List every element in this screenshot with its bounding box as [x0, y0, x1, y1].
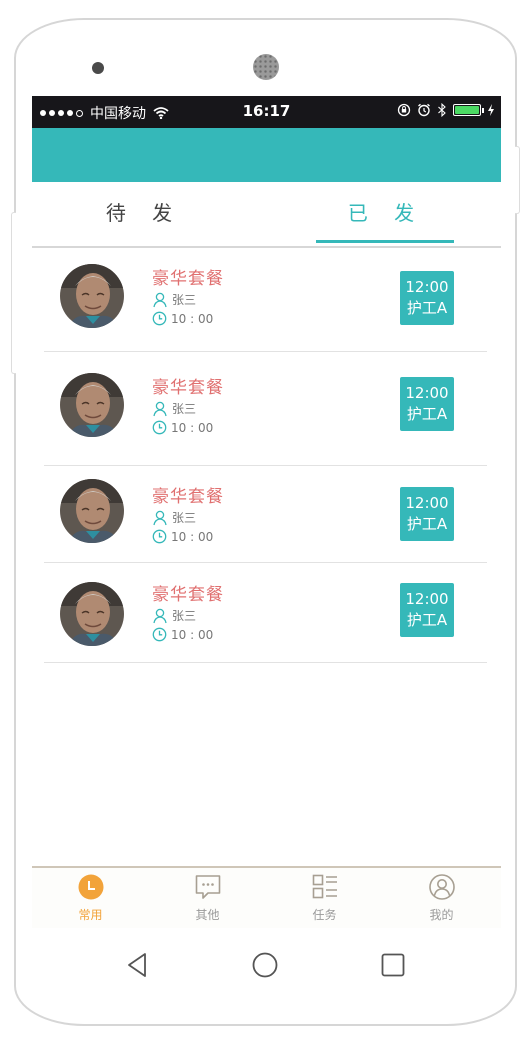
package-title: 豪华套餐	[152, 378, 224, 398]
wifi-icon	[153, 107, 169, 119]
avatar	[60, 582, 124, 646]
status-badge[interactable]: 12:00 护工A	[400, 487, 454, 541]
front-camera	[92, 62, 104, 74]
package-title: 豪华套餐	[152, 269, 224, 289]
package-title: 豪华套餐	[152, 585, 224, 605]
signal-dot-icon	[40, 110, 46, 116]
status-badge[interactable]: 12:00 护工A	[400, 377, 454, 431]
system-nav-bar	[14, 940, 517, 990]
badge-worker: 护工A	[406, 299, 448, 317]
status-indicators	[397, 103, 495, 117]
tab-label: 我的	[429, 908, 454, 922]
list-item[interactable]: 豪华套餐 张三 10 : 00 12:00 护工A	[44, 352, 487, 466]
person-name: 张三	[172, 293, 197, 307]
app-header-bar	[32, 128, 501, 182]
app-screen: 中国移动 16:17 待 发 已 发 豪华套餐 张三 10: 00 12:00…	[32, 96, 501, 928]
badge-worker: 护工A	[406, 515, 448, 533]
list-item[interactable]: 豪华套餐 张三 10 : 00 12:00 护工A	[44, 563, 487, 663]
tab-bar-top: 待 发 已 发	[32, 182, 501, 248]
person-icon	[153, 292, 167, 307]
charging-bolt-icon	[488, 104, 494, 116]
active-tab-indicator	[316, 240, 454, 243]
tab-mine[interactable]: 我的	[383, 868, 500, 928]
rotation-lock-icon	[397, 103, 411, 117]
list-item[interactable]: 豪华套餐 张三 10 : 00 12:00 护工A	[44, 466, 487, 563]
signal-dot-icon	[67, 110, 73, 116]
tab-pending[interactable]: 待 发	[64, 182, 224, 244]
package-title: 豪华套餐	[152, 487, 224, 507]
avatar	[60, 479, 124, 543]
badge-time: 12:00	[405, 384, 449, 402]
person-icon	[153, 608, 167, 623]
user-icon	[429, 874, 455, 900]
clock-icon	[152, 311, 167, 326]
person-name: 张三	[172, 511, 197, 525]
caregiver-line: 张三	[152, 291, 196, 308]
service-time: 10 : 00	[171, 529, 214, 544]
signal-dot-icon	[58, 110, 64, 116]
status-badge[interactable]: 12:00 护工A	[400, 271, 454, 325]
home-icon[interactable]	[252, 952, 278, 978]
power-button	[515, 146, 520, 214]
time-line: 10 : 00	[152, 311, 213, 326]
chat-icon	[195, 875, 221, 899]
carrier-name: 中国移动	[90, 106, 146, 122]
time-line: 10 : 00	[152, 420, 213, 435]
badge-worker: 护工A	[406, 405, 448, 423]
clock-icon	[152, 627, 167, 642]
person-name: 张三	[172, 402, 197, 416]
tab-tasks[interactable]: 任务	[266, 868, 383, 928]
volume-button	[11, 212, 16, 374]
badge-time: 12:00	[405, 278, 449, 296]
list-item[interactable]: 豪华套餐 张三 10 : 00 12:00 护工A	[44, 248, 487, 352]
avatar	[60, 373, 124, 437]
signal-carrier: 中国移动	[40, 103, 169, 123]
person-icon	[153, 510, 167, 525]
badge-time: 12:00	[405, 590, 449, 608]
alarm-icon	[418, 103, 430, 117]
badge-time: 12:00	[405, 494, 449, 512]
tab-sent[interactable]: 已 发	[316, 182, 456, 244]
tab-label: 常用	[78, 908, 103, 922]
time-line: 10 : 00	[152, 627, 213, 642]
earpiece-speaker	[253, 54, 279, 80]
tab-label: 其他	[195, 908, 220, 922]
battery-icon	[453, 104, 484, 116]
tab-label: 任务	[312, 908, 337, 922]
task-list-icon	[312, 874, 337, 899]
caregiver-line: 张三	[152, 607, 196, 624]
caregiver-line: 张三	[152, 509, 196, 526]
tab-common[interactable]: 常用	[32, 868, 149, 928]
status-bar: 中国移动 16:17	[32, 96, 501, 128]
service-time: 10 : 00	[171, 311, 214, 326]
badge-worker: 护工A	[406, 611, 448, 629]
caregiver-line: 张三	[152, 400, 196, 417]
status-badge[interactable]: 12:00 护工A	[400, 583, 454, 637]
clock-icon	[152, 420, 167, 435]
order-list: 豪华套餐 张三 10 : 00 12:00 护工A 豪华套餐 张三 10: 0…	[44, 248, 487, 663]
service-time: 10 : 00	[171, 627, 214, 642]
signal-dot-empty-icon	[76, 109, 83, 117]
bluetooth-icon	[438, 103, 446, 117]
avatar	[60, 264, 124, 328]
service-time: 10 : 00	[171, 420, 214, 435]
clock-icon	[78, 874, 104, 900]
tab-other[interactable]: 其他	[149, 868, 266, 928]
bottom-tab-bar: 常用 其他 任务 我的	[32, 866, 501, 928]
time-line: 10 : 00	[152, 529, 213, 544]
back-icon[interactable]	[126, 952, 148, 978]
clock-icon	[152, 529, 167, 544]
recent-apps-icon[interactable]	[381, 953, 405, 977]
person-icon	[153, 401, 167, 416]
signal-dot-icon	[49, 110, 55, 116]
person-name: 张三	[172, 609, 197, 623]
